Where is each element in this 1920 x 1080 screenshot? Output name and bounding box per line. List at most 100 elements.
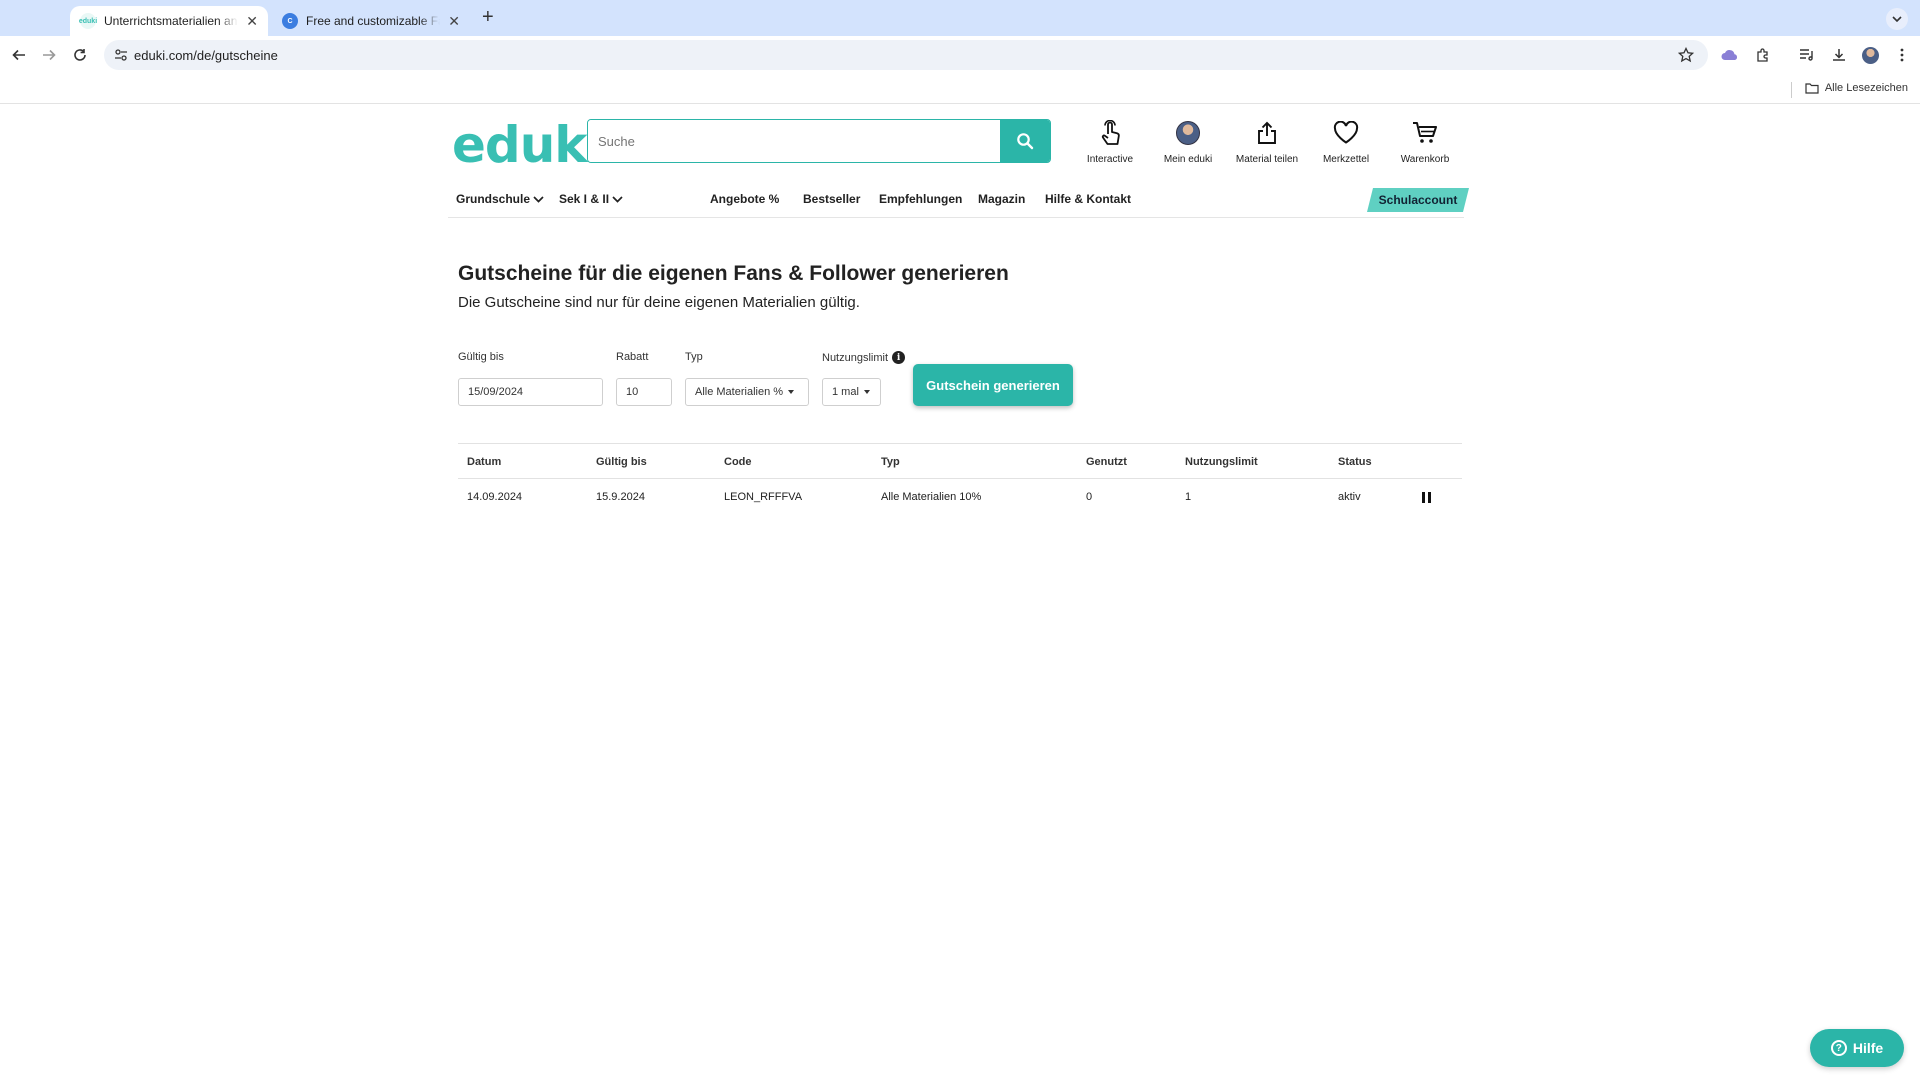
menu-hilfe-kontakt[interactable]: Hilfe & Kontakt: [1045, 192, 1131, 206]
cell-genutzt: 0: [1086, 491, 1093, 503]
column-header-datum[interactable]: Datum: [467, 444, 501, 480]
all-bookmarks-button[interactable]: Alle Lesezeichen: [1805, 82, 1908, 94]
column-header-status[interactable]: Status: [1338, 444, 1372, 480]
help-label: Hilfe: [1852, 1040, 1884, 1056]
page-subtitle: Die Gutscheine sind nur für deine eigene…: [458, 294, 860, 311]
caret-down-icon: [863, 390, 870, 394]
profile-avatar-icon[interactable]: [1860, 45, 1880, 65]
forward-arrow-icon[interactable]: [39, 45, 59, 65]
discount-field[interactable]: [616, 378, 672, 406]
tab-close-icon[interactable]: ✕: [246, 13, 258, 30]
menu-bestseller[interactable]: Bestseller: [803, 192, 860, 206]
menu-empfehlungen[interactable]: Empfehlungen: [879, 192, 962, 206]
column-header-gueltig-bis[interactable]: Gültig bis: [596, 444, 647, 480]
media-queue-icon[interactable]: [1797, 45, 1817, 65]
tab-title: Free and customizable Facebook: [306, 14, 440, 28]
reload-icon[interactable]: [70, 45, 90, 65]
header-nav-label: Warenkorb: [1400, 154, 1450, 165]
menu-grundschule[interactable]: Grundschule: [456, 192, 544, 206]
search-icon: [1017, 133, 1034, 150]
browser-menu-icon[interactable]: [1892, 45, 1912, 65]
usage-limit-select[interactable]: 1 mal: [822, 378, 881, 406]
valid-until-label: Gültig bis: [458, 351, 504, 363]
valid-until-field[interactable]: [458, 378, 603, 406]
extension-cloud-icon[interactable]: [1720, 45, 1740, 65]
tab-close-icon[interactable]: ✕: [448, 13, 460, 30]
header-nav-label: Interactive: [1086, 154, 1134, 165]
discount-label: Rabatt: [616, 351, 649, 363]
usage-limit-label-group: Nutzungslimit i: [822, 351, 906, 364]
page-title: Gutscheine für die eigenen Fans & Follow…: [458, 262, 1009, 285]
browser-tab-canva[interactable]: C Free and customizable Facebook ✕: [272, 6, 470, 36]
pause-voucher-button[interactable]: [1422, 479, 1431, 515]
type-select[interactable]: Alle Materialien %: [685, 378, 809, 406]
header-warenkorb[interactable]: Warenkorb: [1385, 118, 1465, 165]
chevron-down-icon: [612, 195, 623, 203]
info-icon[interactable]: i: [892, 351, 906, 364]
share-upload-icon: [1257, 118, 1277, 148]
eduki-favicon-icon: eduki: [79, 13, 97, 29]
type-select-value: Alle Materialien %: [695, 386, 784, 398]
browser-toolbar: eduki.com/de/gutscheine: [0, 36, 1920, 74]
help-button[interactable]: ? Hilfe: [1810, 1029, 1904, 1067]
bookmarks-bar: Alle Lesezeichen: [0, 74, 1920, 104]
bookmark-star-icon[interactable]: [1677, 46, 1695, 68]
table-header: Datum Gültig bis Code Typ Genutzt Nutzun…: [458, 443, 1462, 479]
usage-limit-label: Nutzungslimit: [822, 351, 889, 364]
header-mein-eduki[interactable]: Mein eduki: [1148, 118, 1228, 165]
menu-label: Sek I & II: [559, 192, 610, 206]
caret-down-icon: [788, 390, 795, 394]
cell-code: LEON_RFFFVA: [724, 491, 803, 503]
cell-typ: Alle Materialien 10%: [881, 491, 982, 503]
pause-icon: [1422, 491, 1431, 503]
cell-gueltig-bis: 15.9.2024: [596, 491, 645, 503]
valid-until-input[interactable]: [468, 386, 602, 398]
avatar: [1176, 121, 1200, 145]
column-header-typ[interactable]: Typ: [881, 444, 900, 480]
cell-nutzungslimit: 1: [1185, 491, 1192, 503]
header-merkzettel[interactable]: Merkzettel: [1306, 118, 1386, 165]
header-nav-label: Merkzettel: [1322, 154, 1370, 165]
cell-datum: 14.09.2024: [467, 491, 523, 503]
main-menu: Grundschule Sek I & II Angebote % Bestse…: [448, 188, 1464, 218]
tab-title: Unterrichtsmaterialien anbieten: [104, 14, 238, 28]
extensions-puzzle-icon[interactable]: [1753, 45, 1773, 65]
address-bar[interactable]: eduki.com/de/gutscheine: [104, 40, 1708, 70]
discount-input[interactable]: [626, 386, 671, 398]
header-interactive[interactable]: Interactive: [1070, 118, 1150, 165]
usage-limit-select-value: 1 mal: [832, 386, 859, 398]
back-arrow-icon[interactable]: [9, 45, 29, 65]
search-button[interactable]: [1000, 120, 1050, 162]
question-icon: ?: [1830, 1040, 1847, 1056]
type-label: Typ: [685, 351, 703, 363]
column-header-code[interactable]: Code: [724, 444, 752, 480]
tab-search-chevron-icon[interactable]: [1886, 8, 1908, 30]
cell-status: aktiv: [1338, 491, 1361, 503]
menu-angebote[interactable]: Angebote %: [710, 192, 779, 206]
eduki-logo[interactable]: eduki: [452, 116, 604, 174]
bookmarks-separator: [1791, 82, 1792, 98]
schulaccount-button[interactable]: Schulaccount: [1370, 188, 1466, 212]
header-nav-label: Material teilen: [1235, 154, 1299, 165]
heart-icon: [1333, 118, 1359, 148]
site-settings-icon[interactable]: [114, 48, 128, 67]
header-nav-label: Mein eduki: [1163, 154, 1213, 165]
column-header-nutzungslimit[interactable]: Nutzungslimit: [1185, 444, 1258, 480]
new-tab-button[interactable]: +: [482, 6, 494, 29]
generate-voucher-button[interactable]: Gutschein generieren: [913, 364, 1073, 406]
column-header-genutzt[interactable]: Genutzt: [1086, 444, 1127, 480]
voucher-table: Datum Gültig bis Code Typ Genutzt Nutzun…: [458, 443, 1462, 515]
browser-tab-active[interactable]: eduki Unterrichtsmaterialien anbieten ✕: [70, 6, 268, 36]
folder-icon: [1805, 83, 1819, 94]
download-icon[interactable]: [1829, 45, 1849, 65]
cart-icon: [1412, 118, 1438, 148]
url-text: eduki.com/de/gutscheine: [134, 47, 278, 63]
header-material-teilen[interactable]: Material teilen: [1227, 118, 1307, 165]
menu-sek[interactable]: Sek I & II: [559, 192, 623, 206]
canva-favicon-icon: C: [282, 13, 298, 29]
search-input[interactable]: [588, 120, 1000, 162]
menu-magazin[interactable]: Magazin: [978, 192, 1025, 206]
table-row: 14.09.2024 15.9.2024 LEON_RFFFVA Alle Ma…: [458, 479, 1462, 515]
hand-pointer-icon: [1099, 118, 1121, 148]
search-bar: [587, 119, 1051, 163]
